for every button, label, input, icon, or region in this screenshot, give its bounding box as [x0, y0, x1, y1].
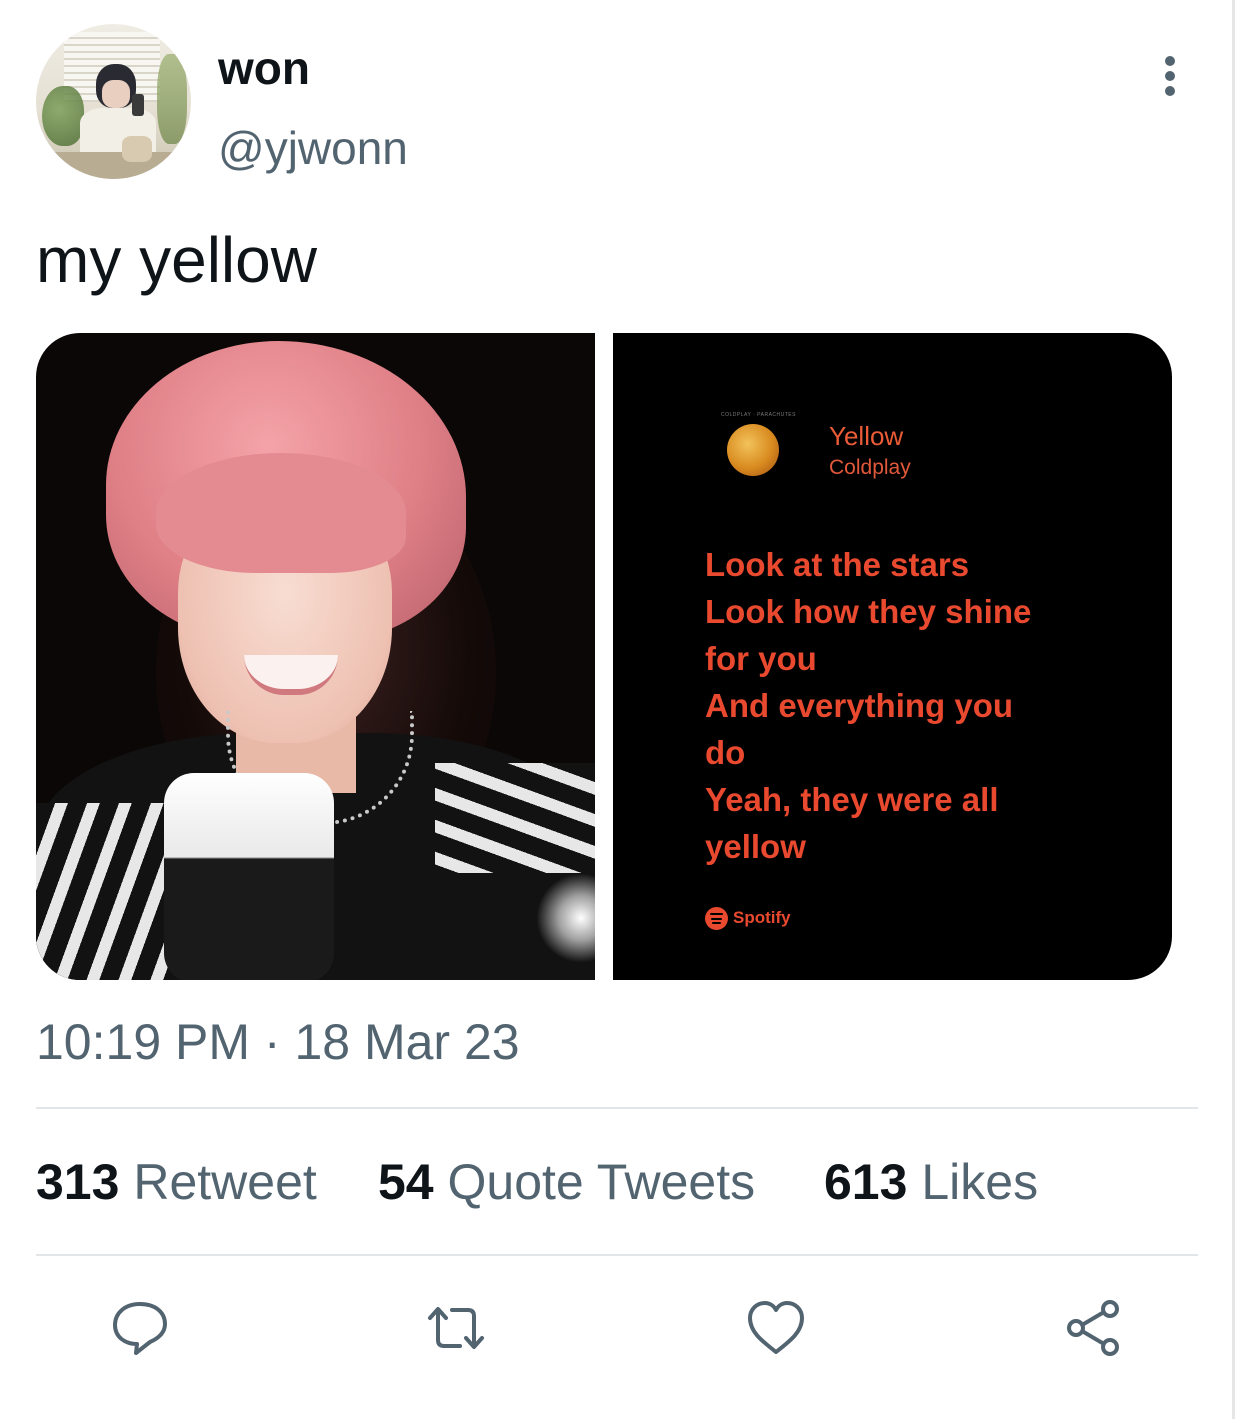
- lyric-line: for you: [705, 640, 817, 677]
- reply-icon[interactable]: [108, 1296, 172, 1360]
- tweet-text: my yellow: [36, 224, 317, 296]
- avatar-plant-right: [157, 54, 187, 144]
- album-caption: COLDPLAY · PARACHUTES: [721, 412, 796, 418]
- divider: [36, 1107, 1198, 1109]
- more-options-icon[interactable]: [1150, 52, 1194, 100]
- photo-fringe: [156, 453, 406, 573]
- share-icon[interactable]: [1062, 1296, 1126, 1360]
- song-artist: Coldplay: [829, 456, 911, 479]
- song-title: Yellow: [829, 421, 904, 451]
- photo-cup: [164, 773, 334, 980]
- quote-tweets-stat[interactable]: 54 Quote Tweets: [378, 1152, 755, 1212]
- avatar[interactable]: [36, 24, 191, 179]
- avatar-phone: [132, 94, 144, 116]
- avatar-table: [36, 152, 191, 179]
- spotify-icon: [705, 907, 728, 930]
- retweets-label: Retweet: [133, 1154, 317, 1210]
- like-icon[interactable]: [744, 1296, 808, 1360]
- retweets-stat[interactable]: 313 Retweet: [36, 1152, 317, 1212]
- likes-label: Likes: [921, 1154, 1039, 1210]
- tweet-timestamp[interactable]: 10:19 PM · 18 Mar 23: [36, 1012, 520, 1072]
- avatar-pot: [122, 136, 152, 162]
- tweet-photo-lyrics-card[interactable]: COLDPLAY · PARACHUTES Yellow Coldplay Lo…: [613, 333, 1172, 980]
- avatar-face: [102, 80, 130, 108]
- lyric-line: Look at the stars: [705, 546, 970, 583]
- lyric-line: Yeah, they were all: [705, 781, 999, 818]
- likes-count: 613: [824, 1154, 908, 1210]
- avatar-plant: [42, 86, 84, 146]
- retweets-count: 313: [36, 1154, 120, 1210]
- display-name[interactable]: won: [218, 40, 310, 96]
- spotify-label: Spotify: [733, 908, 791, 927]
- lyric-line: do: [705, 734, 746, 771]
- retweet-icon[interactable]: [424, 1296, 488, 1360]
- user-handle[interactable]: @yjwonn: [218, 120, 408, 176]
- photo-sleeve-stripes-right: [435, 763, 595, 873]
- quotes-label: Quote Tweets: [447, 1154, 756, 1210]
- lyric-line: And everything you: [705, 687, 1014, 724]
- lyric-line: Look how they shine: [705, 593, 1032, 630]
- quotes-count: 54: [378, 1154, 434, 1210]
- album-art: [727, 424, 779, 476]
- lyric-line: yellow: [705, 828, 806, 865]
- divider: [36, 1254, 1198, 1256]
- tweet-photo-portrait[interactable]: [36, 333, 595, 980]
- likes-stat[interactable]: 613 Likes: [824, 1152, 1038, 1212]
